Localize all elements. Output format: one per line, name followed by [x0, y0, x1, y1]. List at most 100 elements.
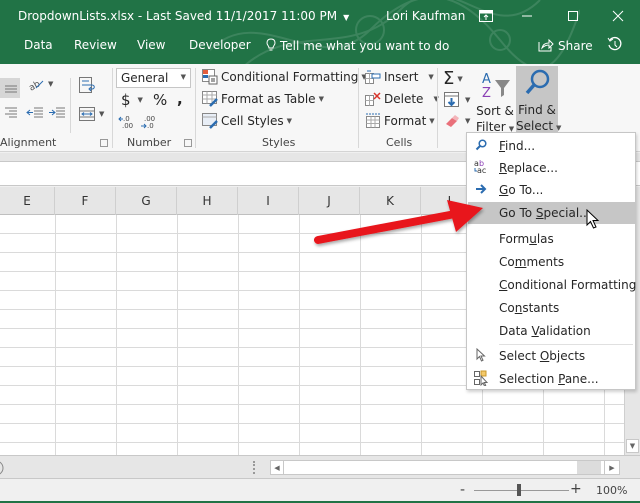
- currency-symbol: $: [121, 91, 131, 109]
- menu-item-comments[interactable]: Comments: [468, 251, 635, 273]
- column-header-h[interactable]: H: [177, 187, 238, 215]
- increase-indent-button[interactable]: [48, 104, 66, 120]
- title-dropdown-icon[interactable]: ▼: [343, 13, 349, 22]
- format-cells-button[interactable]: Format ▼: [365, 113, 435, 129]
- menu-item-find[interactable]: Find...: [468, 135, 635, 157]
- scroll-down-button[interactable]: ▼: [626, 439, 639, 453]
- insert-cells-icon: [365, 70, 381, 84]
- accel-key: G: [499, 183, 509, 197]
- zoom-slider-thumb[interactable]: [517, 484, 521, 496]
- currency-button[interactable]: $ ▼: [121, 91, 143, 109]
- column-header-e[interactable]: E: [0, 187, 55, 215]
- number-format-select[interactable]: General ▼: [116, 68, 191, 88]
- user-name[interactable]: Lori Kaufman: [386, 9, 465, 23]
- menu-label-rest: onditional Formatting: [507, 278, 637, 292]
- menu-label: Find...: [499, 139, 535, 153]
- share-icon: [538, 38, 554, 52]
- ribbon-display-options-button[interactable]: [466, 4, 506, 28]
- ribbon-display-icon: [479, 10, 493, 22]
- tell-me-box[interactable]: Tell me what you want to do: [266, 38, 449, 53]
- tab-splitter[interactable]: [253, 461, 255, 474]
- menu-item-constants[interactable]: Constants: [468, 297, 635, 319]
- autosum-button[interactable]: Σ ▼: [443, 68, 463, 89]
- scroll-right-button[interactable]: ▶: [604, 461, 619, 474]
- zoom-slider-track[interactable]: [474, 490, 569, 491]
- cell-styles-button[interactable]: Cell Styles ▼: [202, 113, 292, 129]
- fill-down-icon: [444, 92, 459, 107]
- scroll-track[interactable]: [577, 461, 601, 474]
- comma-button[interactable]: ,: [177, 90, 183, 108]
- maximize-icon: [568, 11, 578, 21]
- menu-label: Conditional Formatting: [499, 278, 636, 292]
- zoom-out-button[interactable]: -: [460, 482, 465, 498]
- increase-decimal-icon: .0.00: [118, 115, 133, 130]
- tab-developer[interactable]: Developer: [189, 38, 251, 52]
- orientation-button[interactable]: ab ▼: [27, 76, 53, 92]
- scroll-down-icon: ▼: [629, 442, 636, 450]
- increase-decimal-button[interactable]: .0.00: [118, 114, 134, 130]
- align-middle-button[interactable]: [0, 78, 20, 98]
- minimize-button[interactable]: [507, 4, 547, 28]
- column-header-f[interactable]: F: [55, 187, 116, 215]
- fill-button[interactable]: ▼: [444, 92, 470, 108]
- menu-item-data-validation[interactable]: Data Validation: [468, 320, 635, 342]
- history-button[interactable]: [607, 36, 623, 56]
- menu-label-start: Co: [499, 255, 515, 269]
- menu-item-replace[interactable]: a b ac Replace...: [468, 157, 635, 179]
- menu-label-start: Go To: [499, 206, 536, 220]
- sigma-icon: Σ: [443, 68, 455, 89]
- menu-item-conditional-formatting[interactable]: Conditional Formatting: [468, 274, 636, 296]
- history-icon: [607, 36, 622, 51]
- menu-label: Comments: [499, 255, 564, 269]
- menu-label-rest: bjects: [549, 349, 586, 363]
- sheet-tab-bar: ◀ ▶: [0, 455, 640, 479]
- tab-data[interactable]: Data: [24, 38, 53, 52]
- close-button[interactable]: [598, 4, 638, 28]
- column-header-i[interactable]: I: [238, 187, 299, 215]
- insert-cells-button[interactable]: Insert ▼: [365, 69, 434, 85]
- tab-view[interactable]: View: [137, 38, 165, 52]
- wrap-text-icon: [79, 77, 95, 93]
- menu-label: Go To Special...: [499, 206, 591, 220]
- currency-caret-icon: ▼: [137, 96, 143, 104]
- percent-button[interactable]: %: [153, 91, 167, 109]
- format-label: Format: [384, 114, 427, 128]
- zoom-level[interactable]: 100%: [596, 484, 627, 497]
- alignment-launcher[interactable]: [100, 139, 108, 147]
- autosum-caret-icon: ▼: [457, 74, 463, 83]
- number-launcher[interactable]: [184, 139, 192, 147]
- zoom-in-button[interactable]: +: [570, 481, 582, 497]
- menu-item-go-to[interactable]: Go To...: [468, 179, 635, 201]
- horizontal-scrollbar[interactable]: ◀ ▶: [270, 460, 620, 475]
- merge-center-button[interactable]: ▼: [78, 106, 104, 122]
- merge-center-icon: [79, 107, 95, 121]
- column-header-j[interactable]: J: [299, 187, 360, 215]
- insert-label: Insert: [384, 70, 419, 84]
- tab-review[interactable]: Review: [74, 38, 117, 52]
- selection-pane-icon: [473, 370, 489, 389]
- delete-cells-button[interactable]: Delete▼: [365, 91, 439, 107]
- menu-label: Constants: [499, 301, 559, 315]
- find-select-button[interactable]: Find & Select ▼: [516, 66, 561, 134]
- menu-item-select-objects[interactable]: Select Objects: [468, 345, 635, 367]
- scroll-left-button[interactable]: ◀: [271, 461, 284, 474]
- grid-line: [238, 215, 239, 455]
- conditional-formatting-button[interactable]: Conditional Formatting ▼: [202, 69, 367, 85]
- menu-item-formulas[interactable]: Formulas: [468, 228, 635, 250]
- menu-label-start: Form: [499, 232, 530, 246]
- sort-filter-button[interactable]: AZ Sort & Filter ▼: [476, 68, 514, 136]
- maximize-button[interactable]: [553, 4, 593, 28]
- column-header-k[interactable]: K: [360, 187, 421, 215]
- share-button[interactable]: Share: [538, 38, 593, 53]
- decrease-decimal-button[interactable]: .00.0: [140, 114, 156, 130]
- column-header-g[interactable]: G: [116, 187, 177, 215]
- format-as-table-button[interactable]: Format as Table ▼: [202, 91, 324, 107]
- menu-item-go-to-special[interactable]: Go To Special...: [468, 202, 635, 224]
- decrease-indent-button[interactable]: [26, 104, 44, 120]
- new-sheet-icon[interactable]: [0, 459, 4, 477]
- align-right-button[interactable]: [3, 104, 19, 120]
- clear-button[interactable]: ▼: [444, 114, 470, 128]
- wrap-text-button[interactable]: [78, 76, 96, 94]
- menu-item-selection-pane[interactable]: Selection Pane...: [468, 368, 635, 390]
- cell-styles-caret-icon: ▼: [286, 117, 293, 125]
